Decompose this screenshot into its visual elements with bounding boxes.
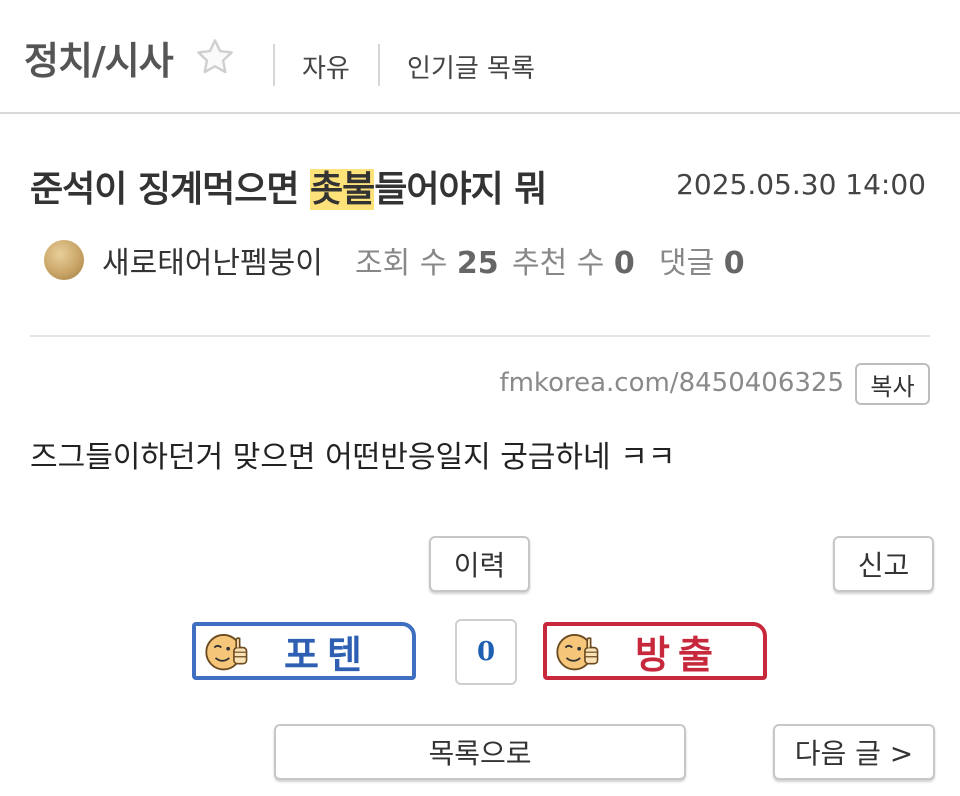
board-title[interactable]: 정치/시사 (24, 30, 174, 85)
post-title: 준석이 징계먹으면 촛불들어야지 뭐 (30, 160, 547, 212)
recommends-value: 0 (613, 246, 635, 281)
title-text: 준석이 징계먹으면 (30, 169, 311, 210)
recommends-label: 추천 수 (512, 246, 605, 281)
post-url[interactable]: fmkorea.com/8450406325 (499, 368, 844, 398)
recommend-count: 추천 수 0 (512, 238, 635, 282)
views-label: 조회 수 (355, 246, 448, 281)
vote-score: 0 (455, 619, 517, 685)
post-body: 즈그들이하던거 맞으면 어떤반응일지 궁금하네 ㅋㅋ (30, 440, 676, 475)
comments-value: 0 (723, 246, 745, 281)
nav-free-board[interactable]: 자유 (302, 48, 350, 85)
next-post-button[interactable]: 다음 글 > (773, 724, 935, 780)
upvote-label: 포텐 (284, 632, 370, 677)
back-to-list-button[interactable]: 목록으로 (274, 724, 686, 780)
divider (30, 335, 930, 337)
downvote-button[interactable]: 방출 (543, 622, 767, 680)
nav-divider (378, 44, 380, 86)
upvote-button[interactable]: 포텐 (192, 622, 416, 680)
views-value: 25 (456, 246, 499, 281)
thumbs-up-face-icon (205, 633, 248, 671)
star-icon[interactable] (194, 36, 236, 78)
view-count: 조회 수 25 (355, 238, 499, 282)
avatar[interactable] (44, 240, 84, 280)
copy-url-button[interactable]: 복사 (855, 363, 930, 405)
title-text-end: 들어야지 뭐 (374, 169, 547, 210)
comment-count: 댓글 0 (659, 238, 745, 282)
downvote-label: 방출 (635, 632, 721, 677)
title-highlight: 촛불 (310, 169, 375, 210)
history-button[interactable]: 이력 (429, 536, 530, 592)
report-button[interactable]: 신고 (833, 536, 934, 592)
nav-popular-list[interactable]: 인기글 목록 (407, 48, 535, 85)
nav-divider (273, 44, 275, 86)
author-name[interactable]: 새로태어난펨붕이 (102, 238, 323, 282)
thumbs-up-face-icon (556, 633, 599, 671)
post-date: 2025.05.30 14:00 (676, 168, 926, 201)
board-header: 정치/시사 자유 인기글 목록 (0, 0, 960, 114)
comments-label: 댓글 (659, 246, 715, 281)
